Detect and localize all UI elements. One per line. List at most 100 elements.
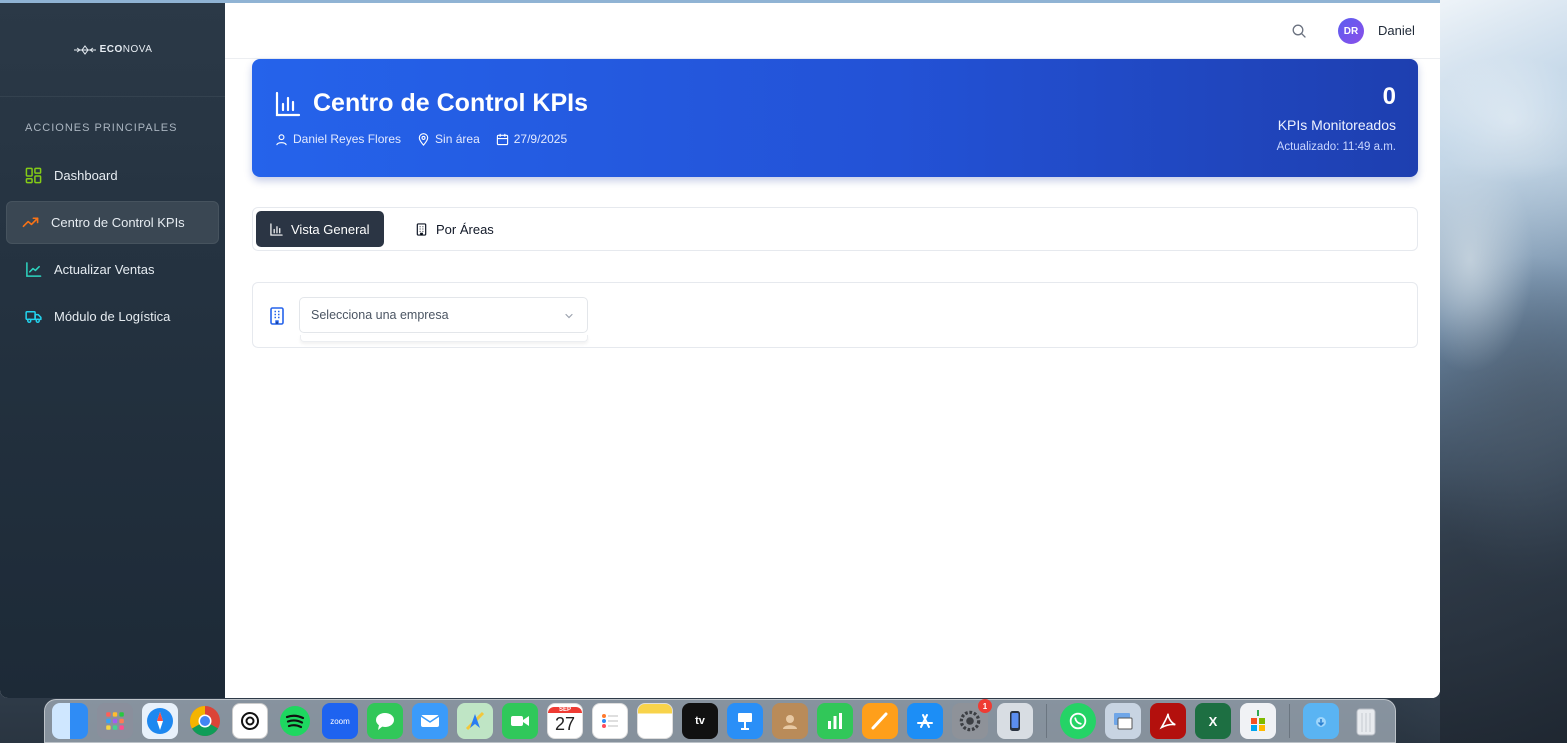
acrobat-icon[interactable] [1150,703,1186,739]
wallpaper-mountain [1440,0,1567,743]
calendar-app-icon[interactable]: SEP 27 [547,703,583,739]
map-pin-icon [418,132,429,146]
sidebar-item-label: Módulo de Logística [54,309,171,324]
maps-icon[interactable] [457,703,493,739]
tab-label: Por Áreas [436,221,494,237]
chatgpt-icon[interactable] [232,703,268,739]
kpi-count-label: KPIs Monitoreados [1277,117,1396,133]
keynote-icon[interactable] [727,703,763,739]
meta-user-name: Daniel Reyes Flores [293,132,402,146]
view-tabs: Vista General Por Áreas [252,207,1418,251]
person-card-icon [783,715,797,729]
iphone-mirroring-icon[interactable] [997,703,1033,739]
meta-date: 27/9/2025 [496,132,567,146]
company-select-placeholder: Selecciona una empresa [311,308,449,322]
app-store-a-icon [917,714,933,728]
zoom-icon[interactable]: zoom [322,703,358,739]
sidebar-item-label: Dashboard [54,168,118,183]
dock-separator [1289,704,1290,738]
compass-icon [147,708,173,734]
numbers-icon[interactable] [817,703,853,739]
whatsapp-icon[interactable] [1060,703,1096,739]
company-select[interactable]: Selecciona una empresa [299,297,588,333]
meta-user: Daniel Reyes Flores [275,132,401,146]
mail-icon[interactable] [412,703,448,739]
search-icon[interactable] [1291,23,1307,39]
meta-area: Sin área [417,132,480,146]
launchpad-icon[interactable] [97,703,133,739]
pages-icon[interactable] [862,703,898,739]
section-title: ACCIONES PRINCIPALES [25,122,178,134]
sidebar-item-centro-control-kpis[interactable]: Centro de Control KPIs [6,201,219,244]
facetime-icon[interactable] [502,703,538,739]
preview-icon[interactable] [1105,703,1141,739]
sidebar-item-label: Centro de Control KPIs [51,215,185,230]
tab-label: Vista General [291,221,370,237]
apple-tv-icon[interactable]: tv [682,703,718,739]
excel-letter: X [1208,713,1218,729]
dropdown-panel [300,335,588,342]
checklist-icon [602,714,618,728]
microsoft-squares-icon [1251,710,1265,731]
econova-logo[interactable]: ECONOVA [73,44,153,55]
system-settings-icon[interactable]: 1 [952,699,992,739]
notes-icon[interactable] [637,703,673,739]
sidebar-item-label: Actualizar Ventas [54,262,155,277]
top-bar: DR Daniel [225,3,1440,59]
map-arrow-icon [465,711,485,731]
podium-icon [738,713,752,730]
pencil-icon [871,712,888,730]
speech-bubble-icon [376,713,394,730]
gear-icon [959,710,981,732]
apple-tv-label: tv [695,715,705,727]
notification-badge: 1 [978,699,992,713]
grid-icon [25,167,42,184]
phone-icon [1010,711,1020,731]
spotify-icon[interactable] [277,703,313,739]
macos-dock: zoom SEP 27 tv 1 X [44,699,1396,743]
calendar-day: 27 [554,714,576,734]
reminders-icon[interactable] [592,703,628,739]
finder-icon[interactable] [52,703,88,739]
trash-can-icon [1356,708,1376,736]
dock-separator [1046,704,1047,738]
sidebar-item-dashboard[interactable]: Dashboard [6,154,219,197]
safari-icon[interactable] [142,703,178,739]
sidebar-item-actualizar-ventas[interactable]: Actualizar Ventas [6,248,219,291]
bar-chart-icon [270,222,283,236]
envelope-icon [420,715,440,727]
hero-title-row: Centro de Control KPIs [275,89,588,118]
company-filter-card: Selecciona una empresa [252,282,1418,348]
tab-vista-general[interactable]: Vista General [256,211,384,247]
office-installer-icon[interactable] [1240,703,1276,739]
app-store-icon[interactable] [907,703,943,739]
excel-icon[interactable]: X [1195,703,1231,739]
spotify-logo-icon [280,706,310,736]
openai-knot-icon [241,712,259,730]
kpi-count: 0 [1382,83,1396,110]
meta-area-name: Sin área [435,132,480,146]
video-camera-icon [511,716,529,726]
trash-icon[interactable] [1348,703,1384,739]
bar-chart-icon [828,713,842,729]
username[interactable]: Daniel [1378,23,1415,38]
contacts-icon[interactable] [772,703,808,739]
sidebar-nav: Dashboard Centro de Control KPIs Actuali… [0,154,225,338]
sidebar-item-modulo-logistica[interactable]: Módulo de Logística [6,295,219,338]
tab-por-areas[interactable]: Por Áreas [401,211,508,247]
page-title: Centro de Control KPIs [313,89,589,117]
pdf-swoosh-icon [1159,713,1176,730]
avatar[interactable]: DR [1338,18,1364,44]
chevron-down-icon [565,313,573,319]
building-icon [270,307,284,325]
hero-meta: Daniel Reyes Flores Sin área 27/9/2025 [275,132,567,146]
messages-icon[interactable] [367,703,403,739]
launchpad-grid-icon [106,712,124,730]
kpi-hero-banner: Centro de Control KPIs Daniel Reyes Flor… [252,59,1418,177]
last-updated: Actualizado: 11:49 a.m. [1276,141,1396,153]
user-icon [276,133,287,145]
chrome-icon[interactable] [187,703,223,739]
calendar-icon [496,133,508,145]
downloads-folder-icon[interactable] [1303,703,1339,739]
logo-mark-icon [73,44,96,55]
